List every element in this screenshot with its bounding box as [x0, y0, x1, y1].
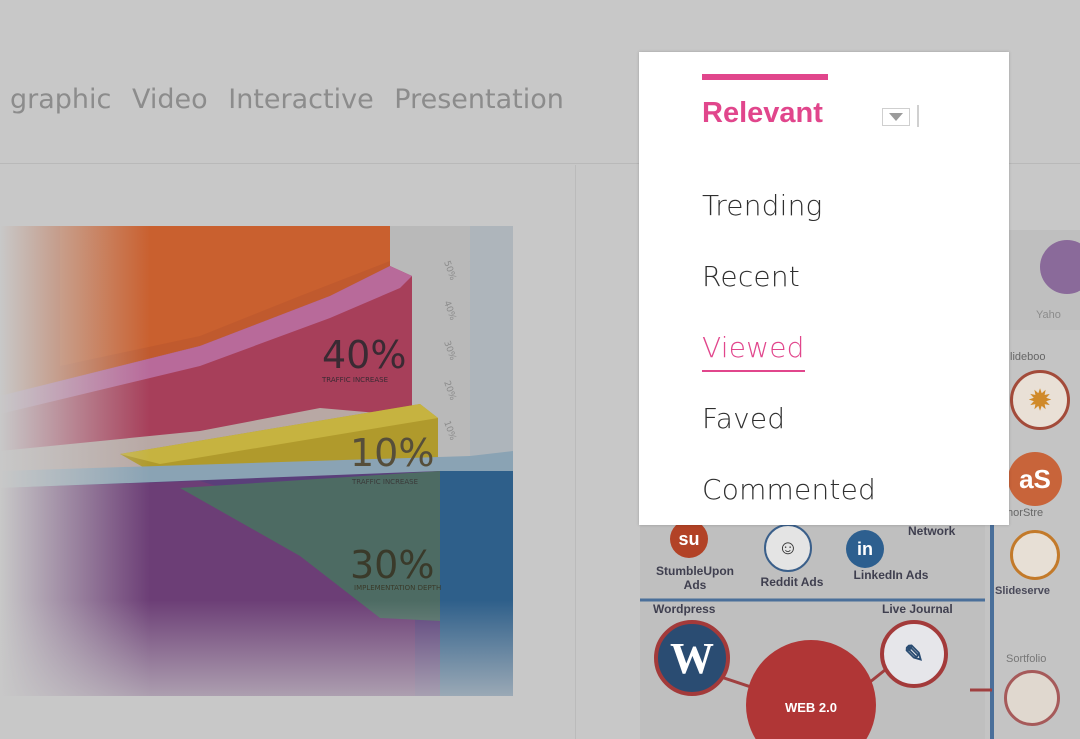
slideserve-logo-icon	[1010, 530, 1060, 580]
authorstream-label: thorStre	[1004, 507, 1044, 519]
yahoo-label: Yaho	[1036, 309, 1061, 321]
web20-label: WEB 2.0	[784, 700, 837, 715]
stumbleupon-label: StumbleUpon Ads	[656, 564, 734, 592]
dropdown-current-value[interactable]: Relevant	[702, 97, 823, 130]
tab-presentation[interactable]: Presentation	[394, 84, 564, 115]
stumbleupon-logo-icon: su	[670, 520, 708, 558]
livejournal-logo-icon: ✎	[880, 620, 948, 688]
portfolio-label: Sortfolio	[1006, 653, 1047, 665]
wordpress-label: Wordpress	[653, 602, 716, 616]
label-10-percent: 10%	[350, 431, 434, 475]
label-40-percent: 40%	[322, 333, 406, 377]
selected-indicator	[702, 74, 828, 80]
sort-option-trending[interactable]: Trending	[702, 189, 823, 222]
slideserve-label: Slideserve	[995, 585, 1051, 597]
sort-option-faved[interactable]: Faved	[702, 402, 785, 435]
tab-infographic[interactable]: graphic	[10, 84, 111, 115]
label-30-caption: IMPLEMENTATION DEPTH	[354, 584, 441, 592]
linkedin-label: LinkedIn Ads	[853, 568, 929, 582]
sort-option-viewed-label: Viewed	[702, 331, 805, 364]
reddit-label: Reddit Ads	[760, 575, 824, 589]
label-30-percent: 30%	[350, 543, 434, 587]
chevron-down-icon	[889, 113, 903, 121]
sort-option-commented[interactable]: Commented	[702, 473, 876, 506]
column-divider	[575, 165, 576, 739]
dropdown-toggle[interactable]	[882, 108, 910, 126]
thumbnail-fade-bottom	[0, 600, 513, 696]
slideboom-label: lideboo	[1010, 351, 1046, 363]
livejournal-label: Live Journal	[882, 602, 953, 616]
dropdown-divider	[917, 105, 919, 127]
active-underline	[702, 370, 805, 372]
label-10-caption: TRAFFIC INCREASE	[351, 478, 418, 486]
sort-option-viewed[interactable]: Viewed	[702, 331, 805, 372]
authorstream-logo-icon: aS	[1008, 452, 1062, 506]
content-type-tabs: graphic Video Interactive Presentation	[10, 84, 576, 115]
tab-interactive[interactable]: Interactive	[228, 84, 373, 115]
wordpress-logo-icon: W	[654, 620, 730, 696]
network-label: Network	[908, 524, 956, 538]
label-40-caption: TRAFFIC INCREASE	[321, 376, 388, 384]
tab-video[interactable]: Video	[132, 84, 208, 115]
portfolio-logo-icon	[1004, 670, 1060, 726]
reddit-logo-icon: ☺	[764, 524, 812, 572]
sort-option-recent[interactable]: Recent	[702, 260, 800, 293]
sort-dropdown[interactable]: Relevant Trending Recent Viewed Faved Co…	[639, 52, 1009, 525]
linkedin-logo-icon: in	[846, 530, 884, 568]
slideboom-logo-icon: ✹	[1010, 370, 1070, 430]
